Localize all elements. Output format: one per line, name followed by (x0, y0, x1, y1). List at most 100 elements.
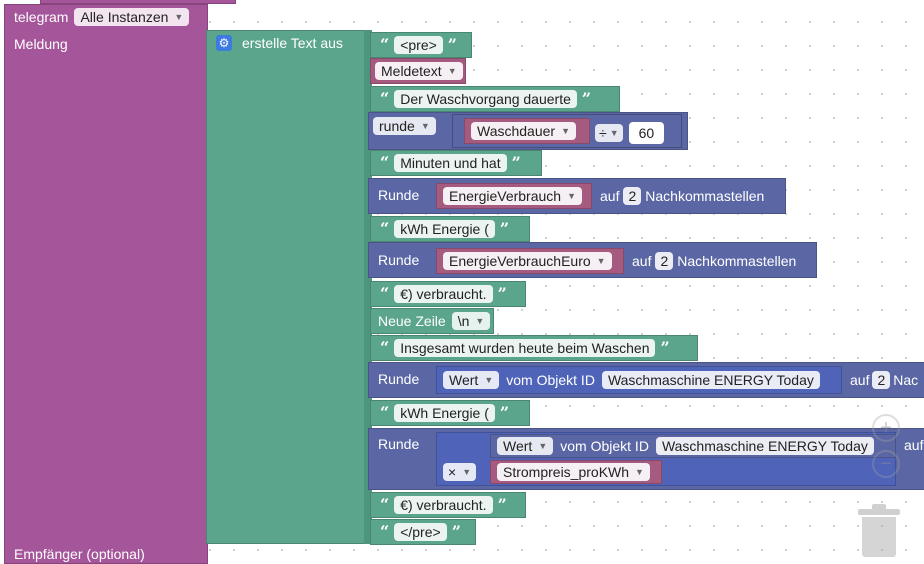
round-decimals-block-euro-content: Runde (378, 252, 419, 268)
text-field-verbraucht-1[interactable]: €) verbraucht. (394, 284, 493, 303)
variable-dropdown-meldetext[interactable]: Meldetext ▼ (375, 62, 463, 80)
decimals-row-3: auf 2 Nac (850, 371, 918, 389)
quote-close-icon: ” (660, 338, 670, 357)
trash-body (862, 517, 896, 557)
text-field-pre-open[interactable]: <pre> (394, 35, 443, 54)
text-field-pre-close[interactable]: </pre> (394, 522, 447, 541)
auf-label: auf (600, 188, 620, 204)
quote-close-icon: ” (451, 522, 461, 541)
text-field-kwh-2[interactable]: kWh Energie ( (394, 403, 495, 422)
text-block-waschvorgang-content: “ Der Waschvorgang dauerte ” (378, 89, 593, 108)
quote-close-icon: ” (447, 35, 457, 54)
variable-name: EnergieVerbrauchEuro (449, 253, 591, 269)
auf-label: auf (850, 372, 870, 388)
number-field-60[interactable]: 60 (628, 122, 665, 144)
decimals-label: Nachkommastellen (645, 188, 765, 204)
decimals-field[interactable]: 2 (872, 371, 891, 389)
variable-block-energieverbraucheuro-content: EnergieVerbrauchEuro ▼ (440, 252, 615, 270)
text-block-kwh-2-content: “ kWh Energie ( ” (378, 403, 511, 422)
object-id-label: vom Objekt ID (560, 438, 649, 454)
value-attribute-dropdown[interactable]: Wert ▼ (497, 437, 554, 455)
round-mode-value: runde (379, 118, 415, 134)
quote-open-icon: “ (380, 35, 390, 54)
decimals-label: Nachkommastellen (677, 253, 797, 269)
zoom-out-button[interactable]: − (872, 450, 900, 478)
operator-dropdown-multiply[interactable]: × ▼ (443, 463, 477, 481)
object-id-field[interactable]: Waschmaschine ENERGY Today (601, 371, 820, 389)
chevron-down-icon: ▼ (462, 467, 472, 477)
value-attribute-dropdown[interactable]: Wert ▼ (443, 371, 500, 389)
chevron-down-icon: ▼ (567, 191, 576, 201)
variable-dropdown-energieverbrauch[interactable]: EnergieVerbrauch ▼ (443, 187, 582, 205)
text-block-kwh-1-content: “ kWh Energie ( ” (378, 219, 511, 238)
decimals-row-1: auf 2 Nachkommastellen (600, 187, 764, 205)
quote-close-icon: ” (511, 153, 521, 172)
zoom-in-button[interactable]: + (872, 414, 900, 442)
newline-dropdown[interactable]: \n ▼ (451, 312, 491, 330)
round-label: Runde (378, 371, 420, 387)
telegram-header: telegram Alle Instanzen ▼ (14, 8, 192, 26)
chevron-down-icon: ▼ (635, 467, 644, 477)
text-field-kwh-1[interactable]: kWh Energie ( (394, 219, 495, 238)
trash-handle (872, 504, 886, 509)
variable-name: Strompreis_proKWh (503, 464, 630, 480)
get-value-block-1-content: Wert ▼ vom Objekt ID Waschmaschine ENERGY… (440, 371, 823, 389)
operator-dropdown-divide[interactable]: ÷ ▼ (595, 124, 623, 142)
minus-icon: − (880, 453, 892, 475)
text-field-waschvorgang[interactable]: Der Waschvorgang dauerte (394, 89, 577, 108)
telegram-block[interactable] (4, 4, 208, 564)
quote-open-icon: “ (380, 89, 390, 108)
variable-block-waschdauer-content: Waschdauer ▼ (468, 122, 579, 140)
decimals-row-4: auf (904, 437, 923, 453)
chevron-down-icon: ▼ (420, 121, 430, 131)
quote-open-icon: “ (380, 495, 390, 514)
newline-value: \n (457, 313, 470, 329)
round-label: Runde (378, 436, 420, 452)
quote-close-icon: ” (499, 219, 510, 238)
newline-label: Neue Zeile (378, 313, 446, 329)
chevron-down-icon: ▼ (484, 375, 494, 385)
variable-dropdown-waschdauer[interactable]: Waschdauer ▼ (471, 122, 576, 140)
operator-value: × (448, 464, 457, 480)
quote-open-icon: “ (380, 403, 390, 422)
quote-close-icon: ” (581, 89, 592, 108)
variable-dropdown-energieverbraucheuro[interactable]: EnergieVerbrauchEuro ▼ (443, 252, 612, 270)
variable-name: Meldetext (381, 63, 442, 79)
text-field-minuten[interactable]: Minuten und hat (394, 153, 507, 172)
create-text-label: erstelle Text aus (242, 35, 343, 51)
decimals-field[interactable]: 2 (655, 252, 674, 270)
round-decimals-block-product-content: Runde (378, 436, 419, 452)
variable-block-meldetext-content: Meldetext ▼ (372, 62, 466, 80)
trash-icon[interactable] (858, 503, 900, 557)
decimals-field[interactable]: 2 (623, 187, 642, 205)
quote-open-icon: “ (380, 284, 390, 303)
variable-dropdown-strompreis[interactable]: Strompreis_proKWh ▼ (497, 463, 650, 481)
get-value-block-2-content: Wert ▼ vom Objekt ID Waschmaschine ENERGY… (494, 437, 877, 455)
recipient-label: Empfänger (optional) (14, 546, 145, 562)
newline-block-content: Neue Zeile \n ▼ (378, 312, 493, 330)
text-field-verbraucht-2[interactable]: €) verbraucht. (394, 495, 493, 514)
object-id-field[interactable]: Waschmaschine ENERGY Today (655, 437, 874, 455)
message-label-row: Meldung (14, 36, 68, 52)
text-field-insgesamt[interactable]: Insgesamt wurden heute beim Waschen (394, 338, 656, 357)
create-text-header: ⚙ erstelle Text aus (216, 35, 343, 51)
chevron-down-icon: ▼ (447, 66, 457, 76)
chevron-down-icon: ▼ (596, 256, 606, 266)
chevron-down-icon: ▼ (174, 12, 184, 22)
chevron-down-icon: ▼ (538, 441, 548, 451)
create-text-block[interactable] (206, 30, 370, 544)
chevron-down-icon: ▼ (609, 128, 619, 138)
auf-label: auf (632, 253, 652, 269)
decimals-label-truncated: Nac (893, 372, 919, 388)
text-block-verbraucht-2-content: “ €) verbraucht. ” (378, 495, 509, 514)
instance-dropdown[interactable]: Alle Instanzen ▼ (74, 8, 190, 26)
round-mode-dropdown[interactable]: runde ▼ (373, 117, 436, 135)
message-label: Meldung (14, 36, 68, 52)
value-attribute: Wert (449, 372, 479, 388)
text-block-pre-open-content: “ <pre> ” (378, 35, 459, 54)
text-block-minuten-content: “ Minuten und hat ” (378, 153, 523, 172)
gear-icon[interactable]: ⚙ (216, 35, 232, 51)
round-label: Runde (378, 252, 420, 268)
multiply-operator-row: × ▼ (440, 463, 479, 481)
trash-lid (858, 509, 900, 515)
